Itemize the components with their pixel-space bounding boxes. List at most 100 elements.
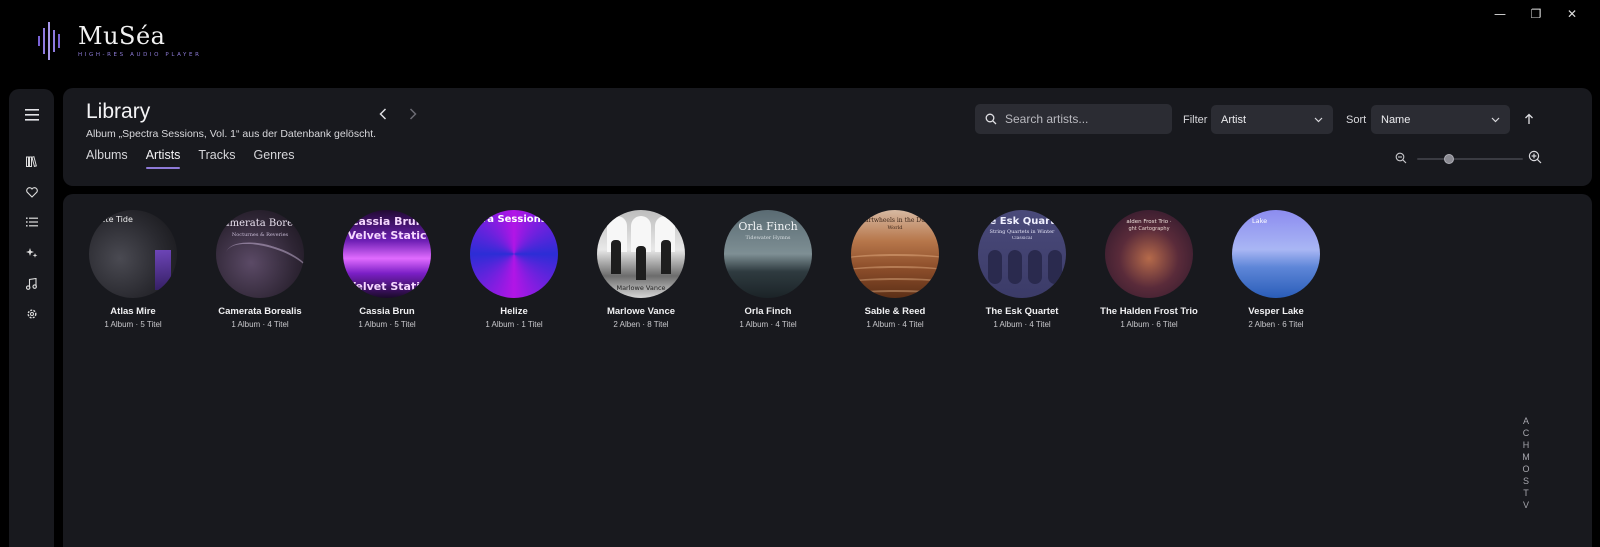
artist-avatar: Lake xyxy=(1232,210,1320,298)
zoom-slider-track[interactable] xyxy=(1417,158,1523,160)
filter-select[interactable]: Artist xyxy=(1211,105,1333,134)
filter-value: Artist xyxy=(1221,113,1247,126)
sidebar-item-library[interactable] xyxy=(9,149,54,173)
artist-grid-panel: crete Tide Atlas Mire 1 Album · 5 Titel … xyxy=(63,194,1592,547)
artist-card[interactable]: Cassia Brun Velvet Static Velvet Static … xyxy=(342,210,432,329)
zoom-out-icon[interactable] xyxy=(1395,152,1407,164)
forward-button[interactable] xyxy=(404,105,422,123)
hamburger-menu-icon xyxy=(24,109,39,121)
library-header: Library Album „Spectra Sessions, Vol. 1“… xyxy=(63,88,1592,186)
artist-name: Cassia Brun xyxy=(359,306,415,317)
heart-icon xyxy=(25,186,38,198)
window-controls: — ❐ ✕ xyxy=(1482,4,1590,24)
artist-card[interactable]: artwheels in the Du World Sable & Reed 1… xyxy=(850,210,940,329)
search-input[interactable] xyxy=(1005,112,1165,126)
artist-card[interactable]: he Esk Quarte String Quartets in Winter … xyxy=(977,210,1067,329)
restore-button[interactable]: ❐ xyxy=(1518,4,1554,24)
artist-name: Sable & Reed xyxy=(864,306,926,317)
artist-card[interactable]: alden Frost Trio · ght Cartography The H… xyxy=(1100,210,1198,329)
sidebar-item-settings[interactable] xyxy=(9,302,54,326)
artist-card[interactable]: Marlowe Vance Marlowe Vance 2 Alben · 8 … xyxy=(596,210,686,329)
alpha-letter[interactable]: H xyxy=(1520,440,1532,450)
close-button[interactable]: ✕ xyxy=(1554,4,1590,24)
sort-select[interactable]: Name xyxy=(1371,105,1510,134)
artist-avatar: he Esk Quarte String Quartets in Winter … xyxy=(978,210,1066,298)
alpha-letter[interactable]: M xyxy=(1520,452,1532,462)
artist-avatar: artwheels in the Du World xyxy=(851,210,939,298)
sidebar-item-discover[interactable] xyxy=(9,241,54,265)
artist-card[interactable]: Lake Vesper Lake 2 Alben · 6 Titel xyxy=(1231,210,1321,329)
artist-name: Orla Finch xyxy=(744,306,792,317)
alpha-letter[interactable]: T xyxy=(1520,488,1532,498)
filter-label: Filter xyxy=(1183,114,1208,126)
artist-avatar: tra Sessions, xyxy=(470,210,558,298)
alpha-letter[interactable]: A xyxy=(1520,416,1532,426)
sidebar-item-favorites[interactable] xyxy=(9,180,54,204)
artist-meta: 1 Album · 4 Titel xyxy=(993,320,1051,329)
chevron-down-icon xyxy=(1314,117,1323,122)
library-tabs: Albums Artists Tracks Genres xyxy=(86,148,294,169)
artist-card[interactable]: crete Tide Atlas Mire 1 Album · 5 Titel xyxy=(88,210,178,329)
chevron-right-icon xyxy=(409,108,417,120)
status-message: Album „Spectra Sessions, Vol. 1“ aus der… xyxy=(86,128,377,140)
artist-avatar: Cassia Brun Velvet Static Velvet Static xyxy=(343,210,431,298)
artist-meta: 2 Alben · 6 Titel xyxy=(1248,320,1304,329)
library-icon xyxy=(25,155,37,167)
artist-meta: 1 Album · 4 Titel xyxy=(739,320,797,329)
artist-name: The Halden Frost Trio xyxy=(1100,306,1198,317)
chevron-down-icon xyxy=(1491,117,1500,122)
sort-direction-button[interactable] xyxy=(1520,110,1538,128)
artist-name: Marlowe Vance xyxy=(606,306,676,317)
sparkle-icon xyxy=(25,248,37,258)
minimize-button[interactable]: — xyxy=(1482,4,1518,24)
artist-name: Vesper Lake xyxy=(1248,306,1304,317)
tab-tracks[interactable]: Tracks xyxy=(198,148,235,169)
tab-genres[interactable]: Genres xyxy=(253,148,294,169)
artist-name: The Esk Quartet xyxy=(985,306,1059,317)
artist-name: Camerata Borealis xyxy=(218,306,302,317)
artist-meta: 1 Album · 6 Titel xyxy=(1120,320,1178,329)
chevron-left-icon xyxy=(379,108,387,120)
artist-name: Atlas Mire xyxy=(110,306,156,317)
search-box xyxy=(975,104,1172,134)
artist-avatar: Orla Finch Tidewater Hymns xyxy=(724,210,812,298)
music-note-icon xyxy=(26,278,37,290)
gear-icon xyxy=(27,309,36,319)
artist-avatar: crete Tide xyxy=(89,210,177,298)
artist-card[interactable]: Orla Finch Tidewater Hymns Orla Finch 1 … xyxy=(723,210,813,329)
app-name: MuSéa xyxy=(78,22,166,50)
list-icon xyxy=(25,217,38,227)
alpha-letter[interactable]: V xyxy=(1520,500,1532,510)
alpha-letter[interactable]: S xyxy=(1520,476,1532,486)
artist-grid: crete Tide Atlas Mire 1 Album · 5 Titel … xyxy=(88,210,1321,329)
artist-name: Helize xyxy=(500,306,528,317)
artist-meta: 1 Album · 5 Titel xyxy=(358,320,416,329)
alpha-letter[interactable]: O xyxy=(1520,464,1532,474)
app-logo: MuSéa HIGH-RES AUDIO PLAYER xyxy=(36,18,216,66)
back-button[interactable] xyxy=(374,105,392,123)
sort-value: Name xyxy=(1381,113,1411,126)
sidebar-item-now-playing[interactable] xyxy=(9,272,54,296)
artist-card[interactable]: tra Sessions, Helize 1 Album · 1 Titel xyxy=(469,210,559,329)
zoom-slider-thumb[interactable] xyxy=(1443,154,1454,164)
alpha-letter[interactable]: C xyxy=(1520,428,1532,438)
tab-artists[interactable]: Artists xyxy=(145,148,180,169)
search-icon xyxy=(985,113,997,125)
tab-albums[interactable]: Albums xyxy=(86,148,128,169)
sidebar xyxy=(9,89,54,547)
artist-meta: 2 Alben · 8 Titel xyxy=(613,320,669,329)
artist-avatar: alden Frost Trio · ght Cartography xyxy=(1105,210,1193,298)
artist-meta: 1 Album · 4 Titel xyxy=(866,320,924,329)
artist-card[interactable]: Camerata Boreali Nocturnes & Reveries Ca… xyxy=(215,210,305,329)
zoom-control xyxy=(1395,150,1545,168)
sound-wave-icon xyxy=(38,22,60,60)
sidebar-menu-button[interactable] xyxy=(9,103,54,127)
artist-meta: 1 Album · 1 Titel xyxy=(485,320,543,329)
app-tagline: HIGH-RES AUDIO PLAYER xyxy=(78,52,202,58)
artist-avatar: Marlowe Vance xyxy=(597,210,685,298)
sidebar-item-playlists[interactable] xyxy=(9,210,54,234)
sort-label: Sort xyxy=(1346,114,1367,126)
artist-meta: 1 Album · 4 Titel xyxy=(231,320,289,329)
zoom-in-icon[interactable] xyxy=(1528,150,1542,164)
artist-avatar: Camerata Boreali Nocturnes & Reveries xyxy=(216,210,304,298)
